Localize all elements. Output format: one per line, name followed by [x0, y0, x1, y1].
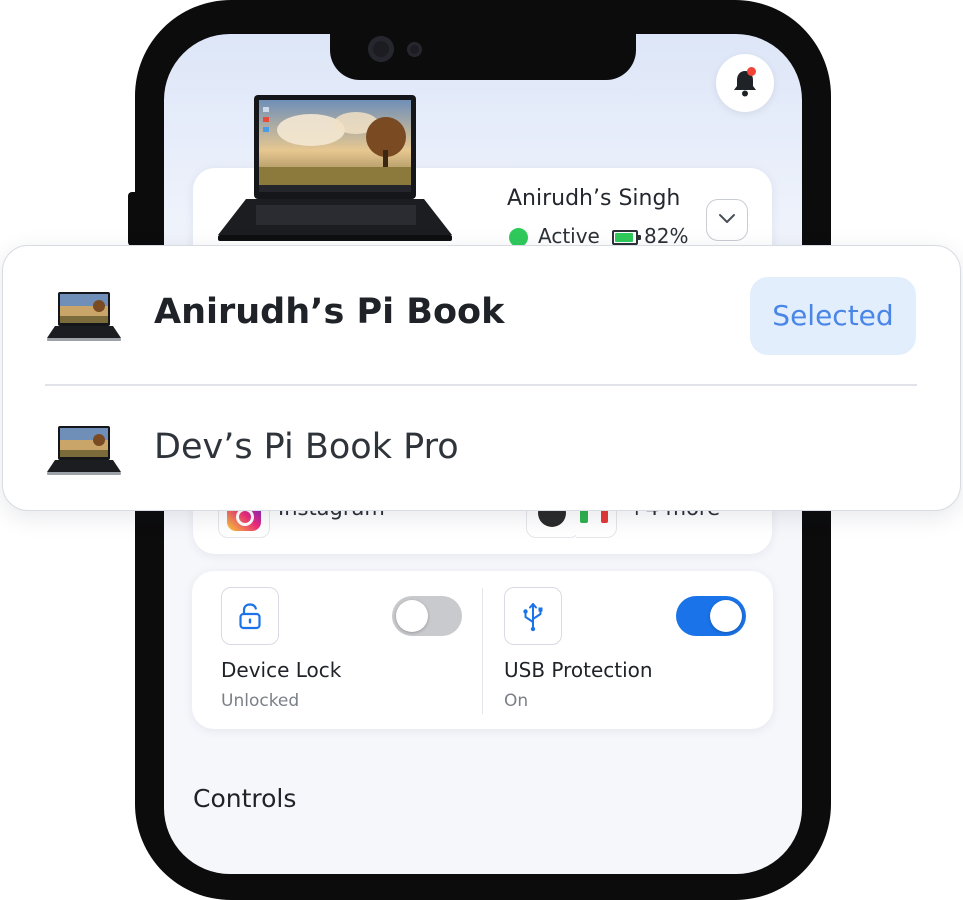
front-sensor: [407, 42, 422, 57]
device-lock-status: Unlocked: [221, 691, 300, 711]
usb-protection-status: On: [504, 691, 529, 711]
expand-device-button[interactable]: [706, 199, 748, 241]
device-lock-title: Device Lock: [221, 658, 342, 682]
laptop-thumbnail: [47, 426, 121, 475]
laptop-image: [218, 95, 452, 241]
popup-divider: [45, 384, 917, 386]
device-option-name: Anirudh’s Pi Book: [154, 292, 505, 332]
selected-badge: Selected: [750, 277, 916, 355]
battery-icon: [612, 230, 641, 245]
front-camera: [368, 36, 394, 62]
usb-icon: [523, 603, 543, 632]
device-lock-icon-box: [221, 587, 279, 645]
controls-heading: Controls: [193, 784, 297, 813]
notification-badge: [747, 67, 756, 76]
usb-protection-title: USB Protection: [504, 658, 653, 682]
usb-protection-toggle[interactable]: [676, 596, 746, 636]
unlock-icon: [239, 603, 261, 630]
toggle-divider: [482, 588, 483, 714]
device-lock-toggle[interactable]: [392, 596, 462, 636]
device-owner-name: Anirudh’s Singh: [507, 186, 681, 211]
chevron-down-icon: [719, 214, 735, 223]
usb-icon-box: [504, 587, 562, 645]
notification-button[interactable]: [716, 54, 774, 112]
device-option-name: Dev’s Pi Book Pro: [154, 427, 459, 467]
laptop-thumbnail: [47, 292, 121, 341]
